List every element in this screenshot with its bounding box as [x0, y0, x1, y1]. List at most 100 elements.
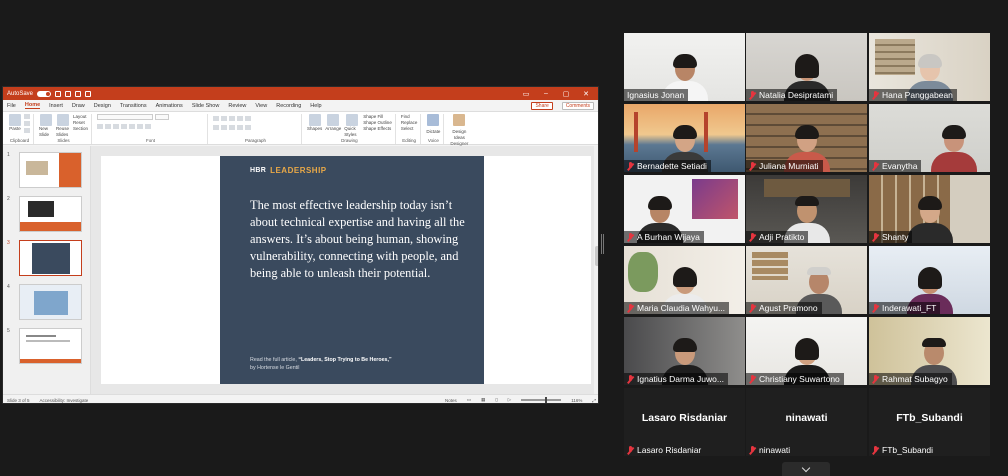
tab-review[interactable]: Review: [228, 103, 246, 109]
font-color-icon[interactable]: [145, 124, 152, 129]
numbering-icon[interactable]: [221, 116, 228, 121]
columns-icon[interactable]: [245, 125, 252, 130]
vertical-scrollbar[interactable]: [594, 146, 598, 394]
thumbnail-image-selected[interactable]: [19, 240, 82, 276]
quick-styles-label[interactable]: Quick Styles: [344, 126, 360, 138]
slide-thumbnail[interactable]: 3: [7, 240, 82, 276]
slide-thumbnail[interactable]: 4: [7, 284, 82, 320]
tab-animations[interactable]: Animations: [156, 103, 183, 109]
thumbnail-image[interactable]: [19, 328, 82, 364]
maximize-button[interactable]: ▢: [558, 90, 574, 98]
participant-tile[interactable]: Rahmat Subagyo: [869, 317, 990, 385]
participant-tile[interactable]: Adji Pratikto: [746, 175, 867, 243]
text-direction-icon[interactable]: [245, 116, 252, 121]
thumbnail-image[interactable]: [19, 196, 82, 232]
share-button[interactable]: Share: [531, 101, 553, 110]
participant-tile[interactable]: Maria Claudia Wahyu...: [624, 246, 745, 314]
outdent-icon[interactable]: [237, 116, 244, 121]
participant-tile[interactable]: Bernadette Setiadi: [624, 104, 745, 172]
participant-tile[interactable]: Evanytha: [869, 104, 990, 172]
select-button[interactable]: Select: [401, 126, 414, 132]
zoom-level[interactable]: 116%: [571, 398, 582, 403]
comments-button[interactable]: Comments: [561, 101, 594, 110]
sorter-view-icon[interactable]: ▦: [481, 397, 485, 403]
align-left-icon[interactable]: [213, 125, 220, 130]
fit-to-window-icon[interactable]: ⤢: [592, 398, 596, 403]
bullets-icon[interactable]: [213, 116, 220, 121]
participant-tile[interactable]: Christiany Suwartono: [746, 317, 867, 385]
participant-tile[interactable]: Hana Panggabean: [869, 33, 990, 101]
split-view-handle[interactable]: [601, 234, 604, 254]
tab-draw[interactable]: Draw: [72, 103, 85, 109]
notes-button[interactable]: Notes: [445, 398, 457, 403]
bold-icon[interactable]: [97, 124, 104, 129]
new-slide-label[interactable]: New Slide: [39, 126, 53, 138]
participant-tile[interactable]: Ignasius Jonan: [624, 33, 745, 101]
current-slide[interactable]: HBR LEADERSHIP The most effective leader…: [220, 156, 484, 384]
participant-tile[interactable]: Natalia Desipratami: [746, 33, 867, 101]
close-button[interactable]: ✕: [578, 90, 594, 98]
cut-icon[interactable]: [24, 114, 30, 119]
slide-thumbnail[interactable]: 2: [7, 196, 82, 232]
present-icon[interactable]: [85, 90, 92, 97]
ribbon-display-icon[interactable]: ▭: [518, 90, 534, 98]
design-ideas-label[interactable]: Design Ideas: [449, 129, 469, 141]
slide-thumbnail[interactable]: 5: [7, 328, 82, 364]
participant-tile[interactable]: Inderawati_FT: [869, 246, 990, 314]
font-size-box[interactable]: [155, 114, 170, 120]
quick-styles-icon[interactable]: [346, 114, 359, 126]
spacing-icon[interactable]: [137, 124, 144, 129]
reuse-slides-label[interactable]: Reuse Slides: [56, 126, 70, 138]
reuse-slides-icon[interactable]: [57, 114, 69, 126]
redo-icon[interactable]: [75, 90, 82, 97]
slide-thumbnail[interactable]: 1: [7, 152, 82, 188]
reading-view-icon[interactable]: ▯: [495, 397, 497, 403]
tab-view[interactable]: View: [255, 103, 267, 109]
participant-tile[interactable]: FTb_Subandi FTb_Subandi: [869, 388, 990, 456]
gallery-next-page-button[interactable]: [782, 462, 830, 476]
design-ideas-icon[interactable]: [453, 114, 466, 126]
save-icon[interactable]: [55, 90, 62, 97]
tab-insert[interactable]: Insert: [49, 103, 63, 109]
thumbnail-image[interactable]: [19, 284, 82, 320]
align-center-icon[interactable]: [221, 125, 228, 130]
strikethrough-icon[interactable]: [121, 124, 128, 129]
undo-icon[interactable]: [65, 90, 72, 97]
shapes-label[interactable]: Shapes: [307, 126, 322, 132]
paste-icon[interactable]: [9, 114, 21, 126]
tab-slide-show[interactable]: Slide Show: [192, 103, 220, 109]
shapes-icon[interactable]: [308, 114, 321, 126]
participant-tile[interactable]: Agust Pramono: [746, 246, 867, 314]
italic-icon[interactable]: [105, 124, 112, 129]
section-button[interactable]: Section: [73, 126, 88, 132]
zoom-slider[interactable]: [521, 397, 562, 403]
participant-tile[interactable]: Shanty: [869, 175, 990, 243]
autosave-toggle[interactable]: [37, 90, 52, 97]
copy-icon[interactable]: [24, 121, 30, 126]
tab-recording[interactable]: Recording: [276, 103, 301, 109]
shape-effects-button[interactable]: Shape Effects: [363, 126, 392, 132]
arrange-label[interactable]: Arrange: [325, 126, 341, 132]
tab-home[interactable]: Home: [24, 102, 41, 109]
slideshow-view-icon[interactable]: ▷: [508, 397, 511, 403]
dictate-label[interactable]: Dictate: [426, 129, 440, 135]
tab-design[interactable]: Design: [94, 103, 111, 109]
participant-tile[interactable]: A Burhan Wijaya: [624, 175, 745, 243]
participant-tile[interactable]: Lasaro Risdaniar Lasaro Risdaniar: [624, 388, 745, 456]
minimize-button[interactable]: –: [538, 90, 554, 97]
new-slide-icon[interactable]: [40, 114, 52, 126]
tab-file[interactable]: File: [7, 103, 16, 109]
justify-icon[interactable]: [237, 125, 244, 130]
normal-view-icon[interactable]: ▭: [467, 397, 471, 403]
format-painter-icon[interactable]: [24, 128, 30, 133]
shadow-icon[interactable]: [129, 124, 136, 129]
participant-tile[interactable]: Ignatius Darma Juwo...: [624, 317, 745, 385]
tab-help[interactable]: Help: [310, 103, 321, 109]
microphone-icon[interactable]: [427, 114, 440, 126]
accessibility-status[interactable]: Accessibility: Investigate: [40, 398, 89, 403]
indent-icon[interactable]: [229, 116, 236, 121]
thumbnail-image[interactable]: [19, 152, 82, 188]
underline-icon[interactable]: [113, 124, 120, 129]
font-name-box[interactable]: [97, 114, 154, 120]
participant-tile[interactable]: ninawati ninawati: [746, 388, 867, 456]
